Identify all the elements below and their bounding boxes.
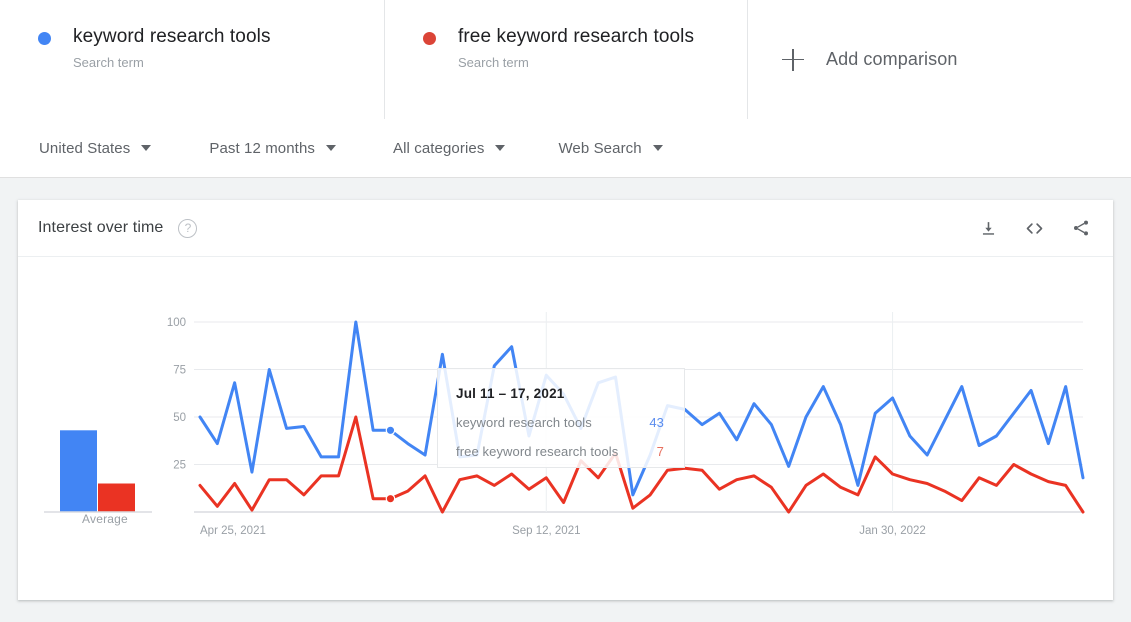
card-header: Interest over time ? [18,200,1113,257]
y-axis-tick-75: 75 [173,365,186,377]
average-bar-1 [98,483,135,512]
tooltip-series-value-0: 43 [649,415,664,430]
red-dot-icon [423,32,436,45]
download-icon[interactable] [979,219,998,238]
add-comparison-label: Add comparison [826,49,958,69]
google-trends-page: keyword research tools Search term free … [0,0,1131,622]
average-bar-label: Average [82,512,128,526]
search-term-label-0: keyword research tools [73,26,271,47]
tooltip-row-1: free keyword research tools 7 [456,444,664,459]
filter-location-label: United States [39,139,131,157]
tooltip-row-0: keyword research tools 43 [456,415,664,430]
y-axis-tick-25: 25 [173,460,186,472]
chevron-down-icon [325,145,336,151]
filter-bar: United States Past 12 months All categor… [0,119,1131,178]
page-title: Interest over time [38,219,164,236]
filter-category[interactable]: All categories [392,139,506,157]
chevron-down-icon [495,145,506,151]
y-axis-tick-50: 50 [173,412,186,424]
add-comparison-button[interactable]: Add comparison [748,0,1131,119]
help-icon[interactable]: ? [178,218,198,238]
filter-location[interactable]: United States [39,139,152,157]
plus-icon [782,48,804,71]
filter-category-label: All categories [392,139,485,157]
y-axis-tick-100: 100 [167,317,186,329]
search-term-sublabel-1: Search term [458,55,529,70]
add-comparison-cell: Add comparison [748,0,1131,119]
x-axis-tick-2: Jan 30, 2022 [859,525,926,537]
chart-highlight-dot-0 [385,425,396,436]
tooltip-series-name-0: keyword research tools [456,415,592,430]
filter-search-type-label: Web Search [558,139,642,157]
card-title-group: Interest over time ? [38,218,198,238]
x-axis-tick-1: Sep 12, 2021 [512,525,580,537]
tooltip-series-name-1: free keyword research tools [456,444,619,459]
filter-search-type[interactable]: Web Search [558,139,663,157]
search-term-card-0[interactable]: keyword research tools Search term [0,0,385,119]
share-icon[interactable] [1071,218,1091,238]
search-term-card-1[interactable]: free keyword research tools Search term [385,0,748,119]
blue-dot-icon [38,32,51,45]
card-actions [953,218,1091,239]
search-term-sublabel-0: Search term [73,55,144,70]
embed-icon[interactable] [1024,218,1045,239]
filter-time-range-label: Past 12 months [209,139,315,157]
chevron-down-icon [652,145,663,151]
filter-time-range[interactable]: Past 12 months [209,140,336,157]
search-terms-bar: keyword research tools Search term free … [0,0,1131,119]
average-bar-0 [60,430,97,512]
tooltip-series-value-1: 7 [656,444,664,459]
chart-tooltip: Jul 11 – 17, 2021 keyword research tools… [437,368,685,468]
search-term-label-1: free keyword research tools [458,26,695,47]
tooltip-date: Jul 11 – 17, 2021 [456,386,565,401]
chevron-down-icon [141,145,152,151]
x-axis-tick-0: Apr 25, 2021 [200,525,266,537]
chart-highlight-dot-1 [385,493,396,504]
